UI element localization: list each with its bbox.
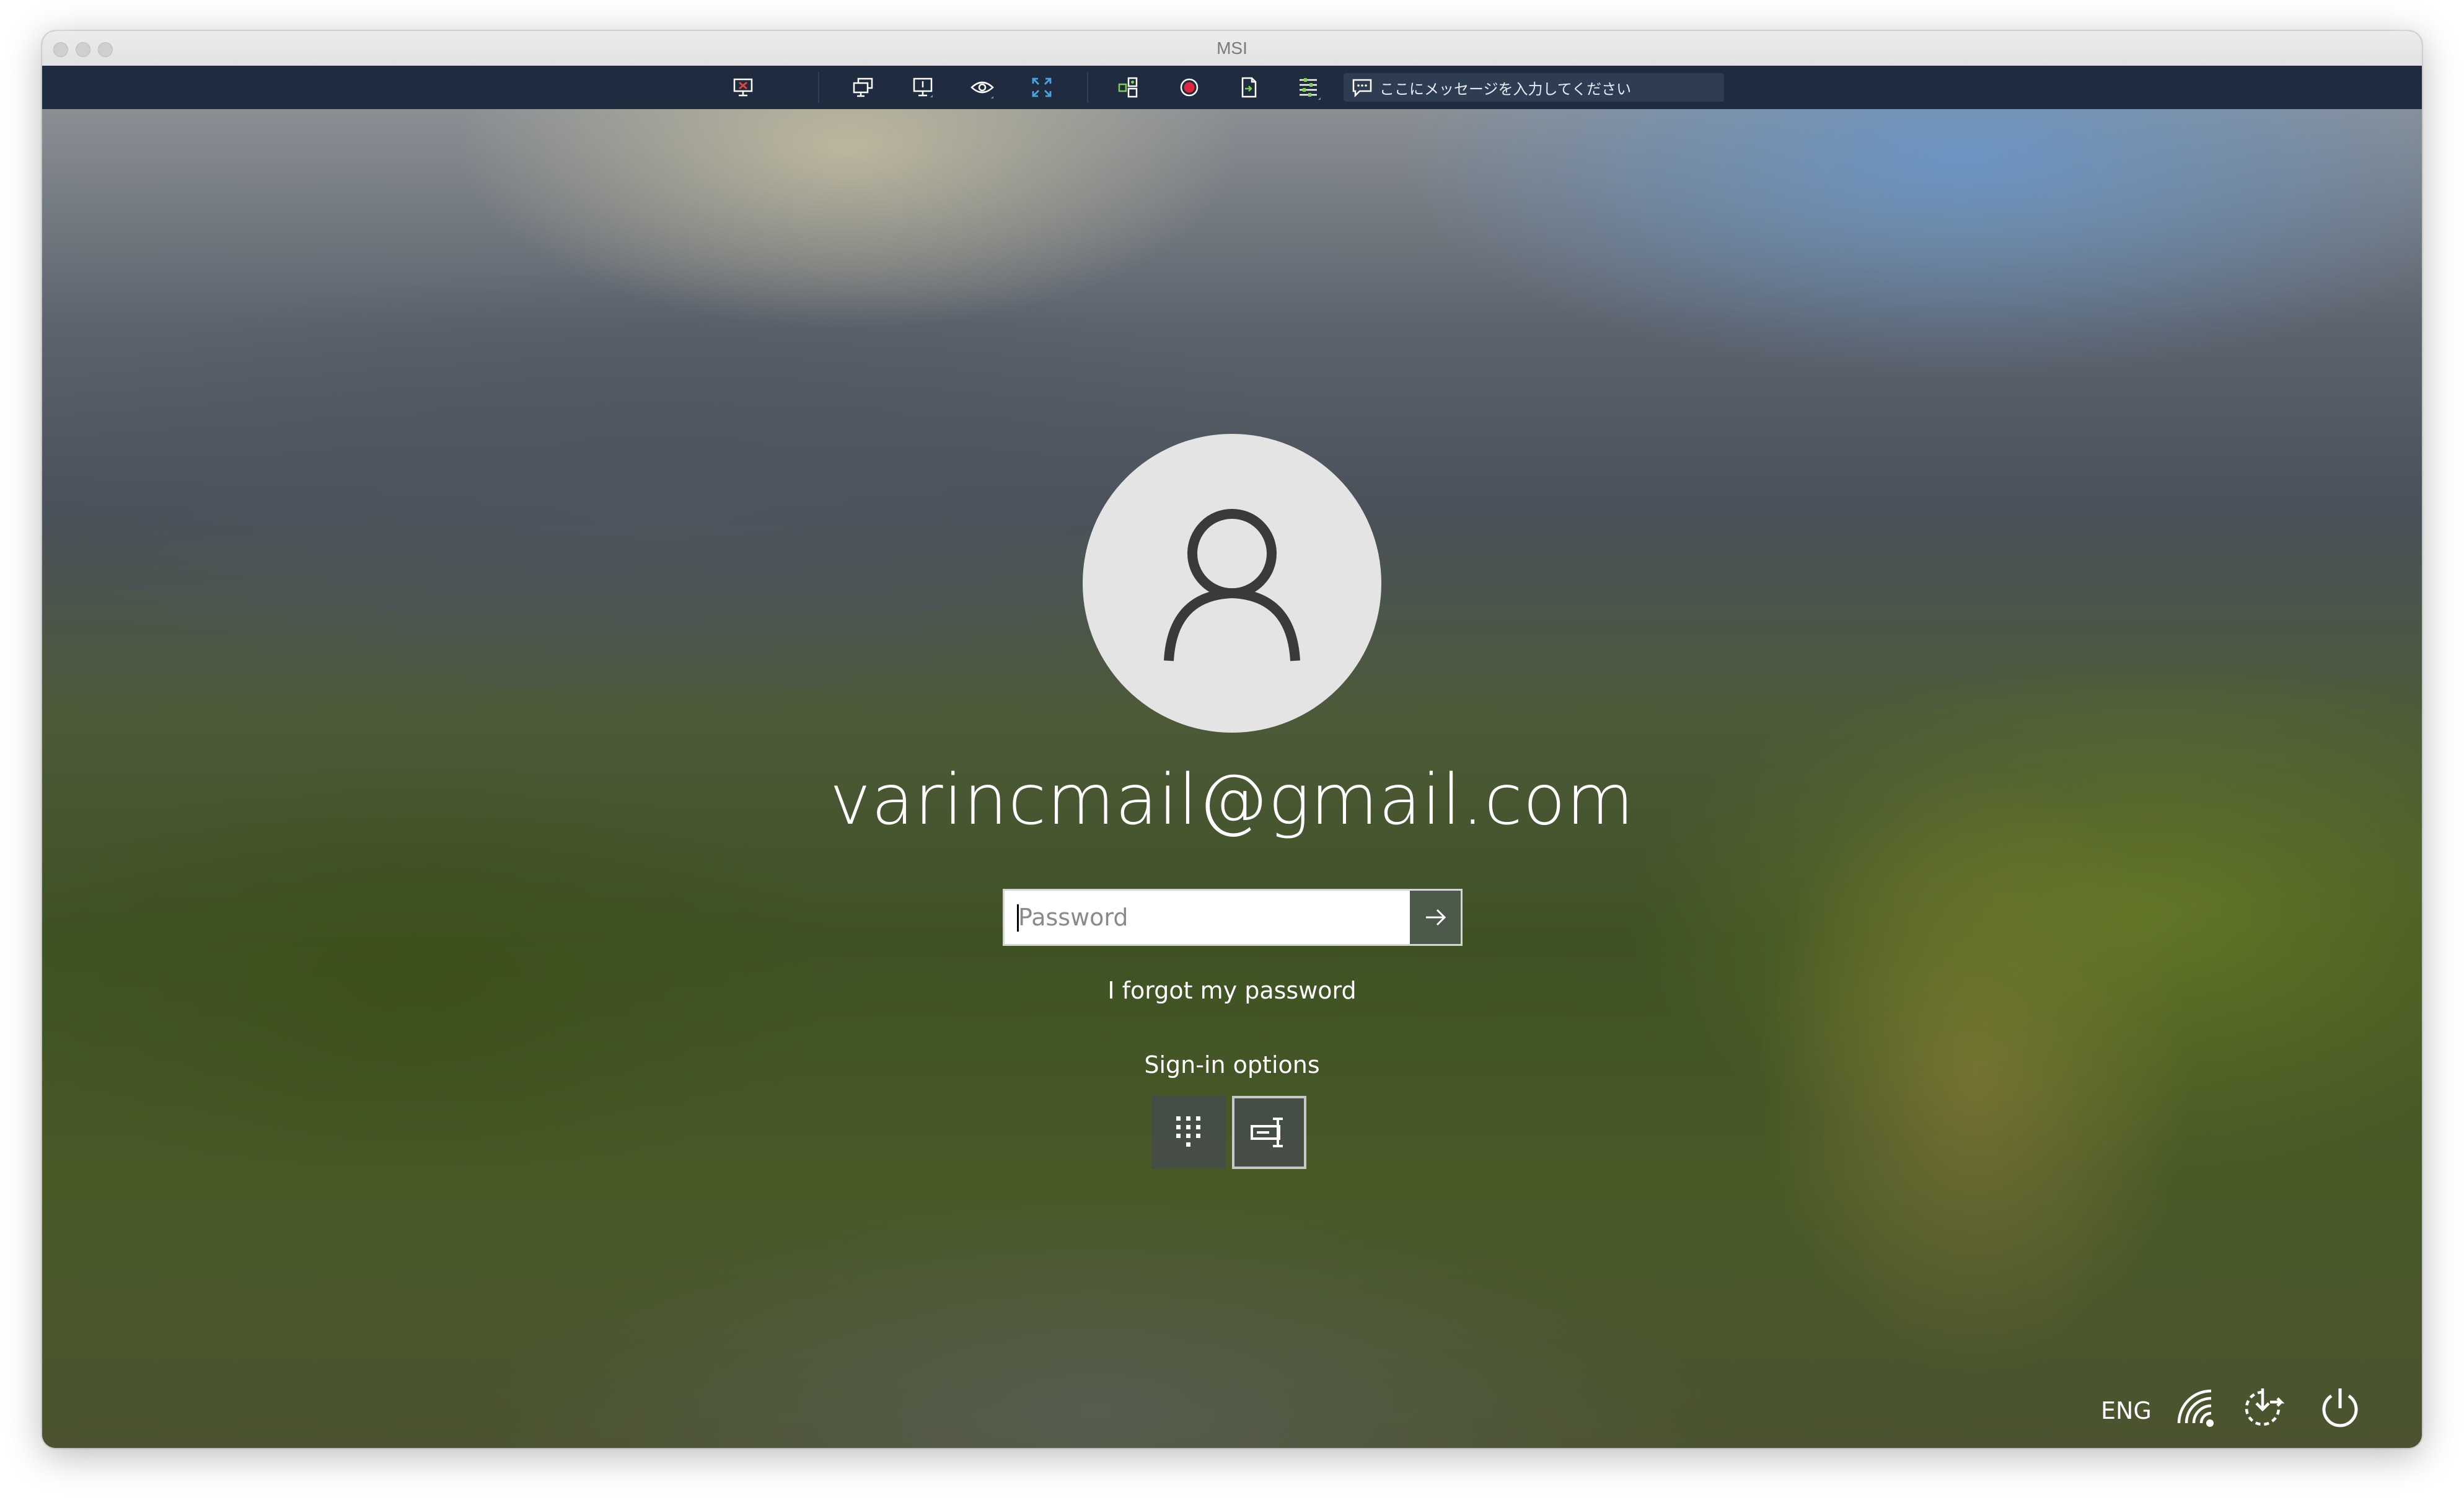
power-icon[interactable]: [2313, 1381, 2367, 1436]
network-icon[interactable]: [2169, 1381, 2224, 1436]
language-indicator[interactable]: ENG: [2101, 1397, 2152, 1424]
pin-option-button[interactable]: [1151, 1096, 1226, 1169]
chat-bubble-icon: [1352, 79, 1372, 98]
display-icon[interactable]: [907, 73, 938, 102]
multi-monitor-icon[interactable]: [848, 73, 879, 102]
password-option-button[interactable]: [1232, 1096, 1306, 1169]
settings-list-icon[interactable]: [1293, 73, 1324, 102]
password-key-icon: [1251, 1118, 1283, 1147]
disconnect-icon[interactable]: [728, 73, 759, 102]
remote-message-input[interactable]: ここにメッセージを入力してください: [1344, 73, 1724, 102]
forgot-password-link[interactable]: I forgot my password: [42, 977, 2422, 1004]
ease-of-access-icon[interactable]: [2238, 1381, 2292, 1436]
fullscreen-icon[interactable]: [1026, 73, 1057, 102]
lock-screen: varincmail@gmail.com I forgot my passwor…: [42, 109, 2422, 1448]
remote-toolbar: ここにメッセージを入力してください: [42, 66, 2422, 109]
title-bar: MSI: [42, 31, 2422, 67]
message-placeholder: ここにメッセージを入力してください: [1379, 80, 1632, 98]
file-transfer-icon[interactable]: [1233, 73, 1264, 102]
sign-in-options-heading: Sign-in options: [1144, 1051, 1320, 1079]
window-title: MSI: [1217, 38, 1247, 58]
toolbar-separator: [1087, 72, 1088, 103]
forgot-password-label: I forgot my password: [1107, 977, 1357, 1004]
scaling-icon[interactable]: [1113, 73, 1144, 102]
arrow-right-icon: [1426, 909, 1446, 926]
password-input[interactable]: [1005, 891, 1410, 944]
user-icon: [1164, 509, 1300, 661]
pin-keypad-icon: [1176, 1116, 1200, 1147]
username-label: varincmail@gmail.com: [829, 760, 1635, 840]
user-avatar: [1083, 434, 1381, 733]
toolbar-separator: [818, 72, 819, 103]
remote-desktop-window: MSI ここにメッセージを入力してください varincmail@gmail.c…: [42, 31, 2422, 1448]
view-only-eye-icon[interactable]: [967, 73, 998, 102]
text-caret: [1017, 904, 1019, 932]
password-field: [1003, 889, 1463, 946]
record-icon[interactable]: [1174, 73, 1205, 102]
submit-password-button[interactable]: [1410, 891, 1461, 944]
